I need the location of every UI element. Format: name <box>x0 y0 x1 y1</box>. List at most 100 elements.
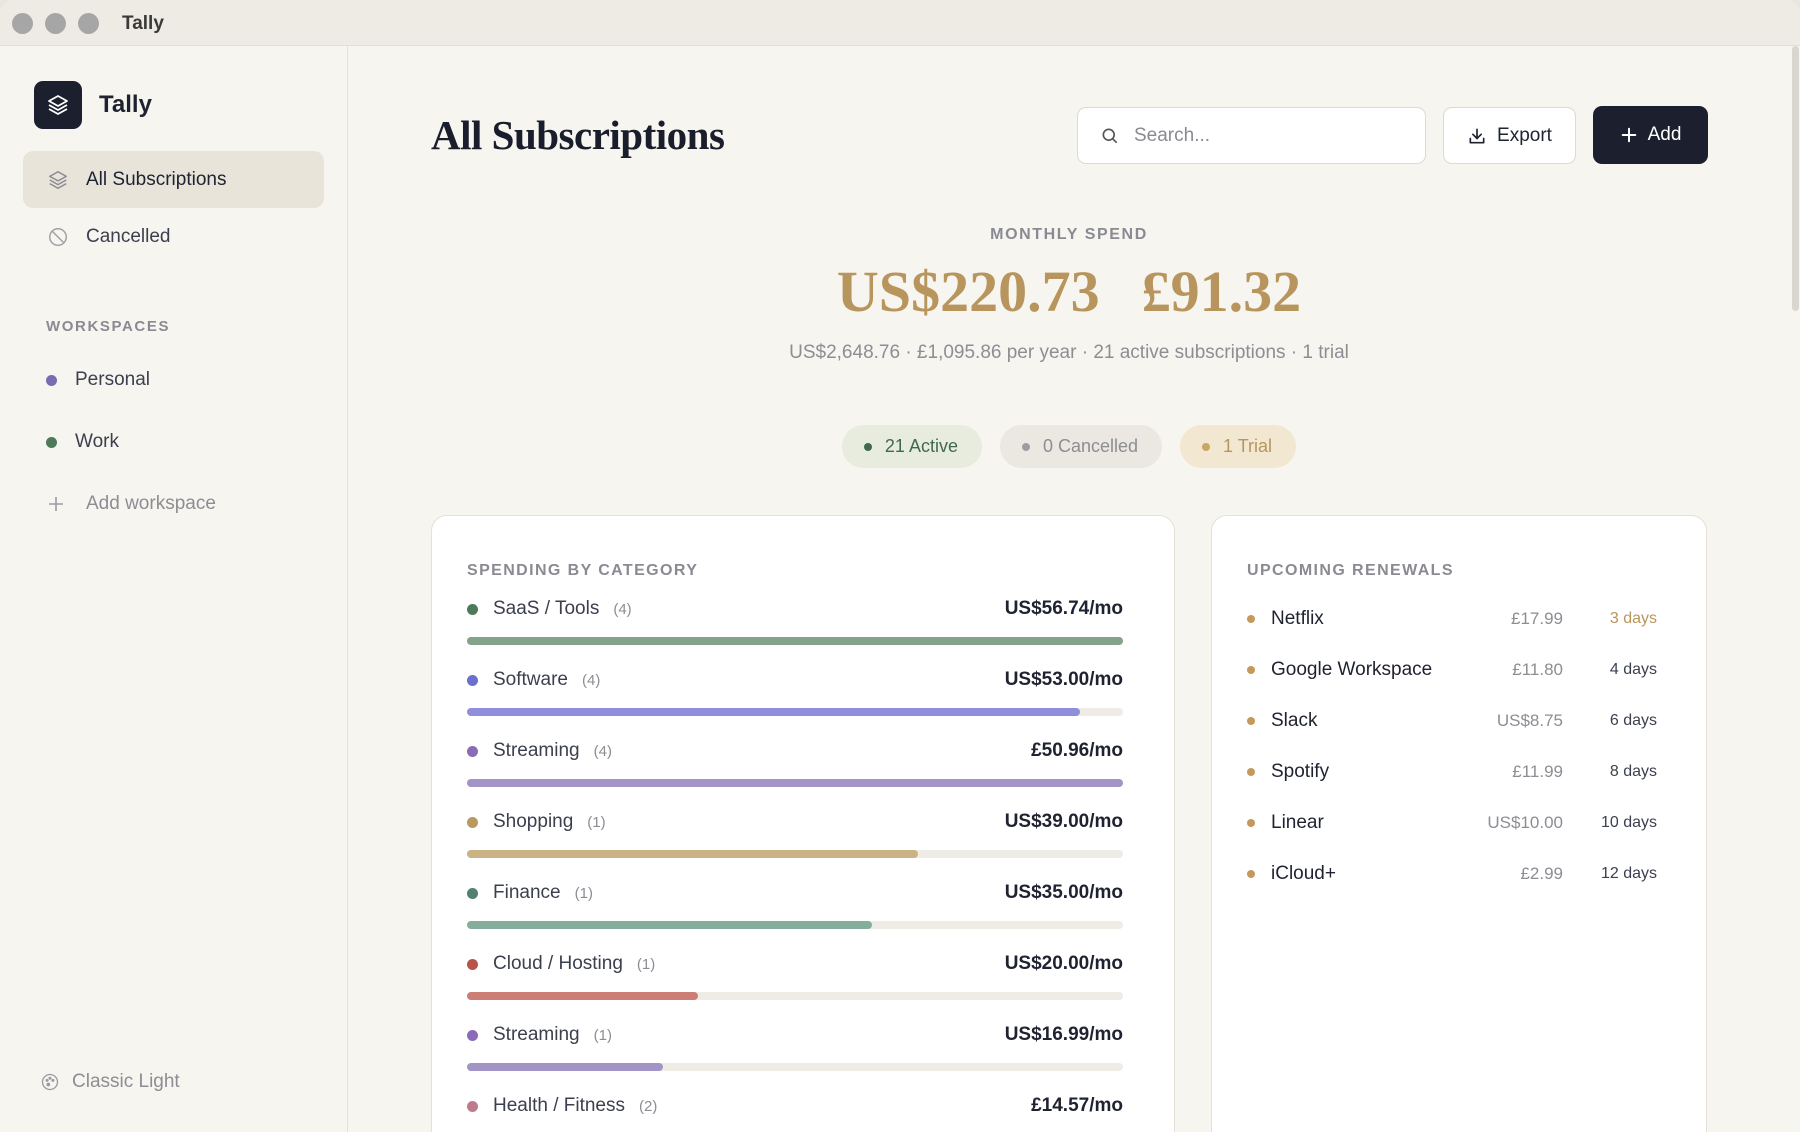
category-count: (1) <box>593 1026 612 1044</box>
export-label: Export <box>1497 124 1552 146</box>
category-color-dot <box>467 603 478 615</box>
category-amount: US$39.00/mo <box>1004 811 1123 832</box>
search-box[interactable] <box>1077 107 1426 164</box>
pill-label: 1 Trial <box>1223 436 1273 456</box>
category-header: Software (4) US$53.00/mo <box>467 667 1123 693</box>
cancelled-filter-pill[interactable]: 0 Cancelled <box>999 425 1163 468</box>
renewal-dot <box>1247 615 1255 623</box>
renewal-row[interactable]: Google Workspace £11.80 4 days <box>1247 655 1657 685</box>
category-row[interactable]: Shopping (1) US$39.00/mo <box>467 809 1123 858</box>
category-row[interactable]: Streaming (1) US$16.99/mo <box>467 1022 1123 1071</box>
title-bar: Tally <box>0 0 1800 46</box>
workspaces-heading: WORKSPACES <box>46 318 171 335</box>
monthly-spend-totals: US$220.73 £91.32 <box>349 258 1789 325</box>
category-row[interactable]: SaaS / Tools (4) US$56.74/mo <box>467 596 1123 645</box>
category-header: Finance (1) US$35.00/mo <box>467 880 1123 906</box>
sidebar-item-cancelled[interactable]: Cancelled <box>23 208 324 265</box>
category-name: SaaS / Tools <box>493 598 600 619</box>
category-header: Cloud / Hosting (1) US$20.00/mo <box>467 951 1123 977</box>
renewal-name: iCloud+ <box>1271 863 1336 884</box>
workspace-color-dot <box>46 374 57 386</box>
sidebar: Tally All Subscriptions Cancelled WORKSP… <box>0 46 348 1132</box>
category-count: (4) <box>593 742 612 760</box>
renewal-price: £2.99 <box>1520 864 1563 883</box>
window-zoom-button[interactable] <box>78 13 99 34</box>
export-button[interactable]: Export <box>1443 107 1576 164</box>
category-row[interactable]: Cloud / Hosting (1) US$20.00/mo <box>467 951 1123 1000</box>
monthly-spend-label: MONTHLY SPEND <box>990 226 1148 243</box>
scrollbar-thumb[interactable] <box>1792 46 1799 311</box>
category-count: (1) <box>587 813 606 831</box>
renewal-dot <box>1247 819 1255 827</box>
add-workspace-button[interactable]: Add workspace <box>46 493 216 515</box>
app-window: Tally Tally All Subscriptions Cancelled … <box>0 0 1800 1132</box>
add-button[interactable]: Add <box>1593 106 1708 164</box>
renewal-days: 4 days <box>1609 661 1657 678</box>
category-bar-track <box>467 850 1123 858</box>
category-row[interactable]: Health / Fitness (2) £14.57/mo <box>467 1093 1123 1132</box>
renewal-row[interactable]: Netflix £17.99 3 days <box>1247 604 1657 634</box>
category-color-dot <box>467 1100 478 1112</box>
renewal-row[interactable]: Slack US$8.75 6 days <box>1247 706 1657 736</box>
theme-label: Classic Light <box>72 1071 180 1092</box>
category-color-dot <box>467 958 478 970</box>
workspace-color-dot <box>46 436 57 448</box>
add-workspace-label: Add workspace <box>86 493 216 514</box>
renewal-row[interactable]: iCloud+ £2.99 12 days <box>1247 859 1657 889</box>
renewal-name: Slack <box>1271 710 1318 731</box>
renewal-name: Linear <box>1271 812 1324 833</box>
category-header: Streaming (4) £50.96/mo <box>467 738 1123 764</box>
renewal-row[interactable]: Linear US$10.00 10 days <box>1247 808 1657 838</box>
sidebar-item-all-subscriptions[interactable]: All Subscriptions <box>23 151 324 208</box>
category-row[interactable]: Software (4) US$53.00/mo <box>467 667 1123 716</box>
category-amount: £50.96/mo <box>1031 740 1123 761</box>
layers-icon <box>46 168 70 192</box>
scrollbar[interactable] <box>1790 46 1800 312</box>
category-bar-fill <box>467 637 1123 645</box>
plus-icon <box>49 497 63 511</box>
cancel-circle-icon <box>46 225 70 249</box>
renewal-days: 6 days <box>1609 712 1657 729</box>
renewal-dot <box>1247 717 1255 725</box>
category-bar-track <box>467 779 1123 787</box>
card-title: UPCOMING RENEWALS <box>1247 562 1454 579</box>
category-bar-track <box>467 708 1123 716</box>
window-minimize-button[interactable] <box>45 13 66 34</box>
renewal-price: US$8.75 <box>1496 711 1563 730</box>
renewal-dot <box>1247 870 1255 878</box>
renewal-dot <box>1247 768 1255 776</box>
sidebar-item-work[interactable]: Work <box>46 431 119 453</box>
renewal-dot <box>1247 666 1255 674</box>
renewal-days: 10 days <box>1600 814 1657 831</box>
plus-icon <box>1620 126 1638 144</box>
card-title: SPENDING BY CATEGORY <box>467 562 699 579</box>
category-row[interactable]: Streaming (4) £50.96/mo <box>467 738 1123 787</box>
status-dot <box>1202 442 1211 451</box>
window-close-button[interactable] <box>12 13 33 34</box>
pill-label: 0 Cancelled <box>1042 436 1139 456</box>
sidebar-item-personal[interactable]: Personal <box>46 369 150 391</box>
active-filter-pill[interactable]: 21 Active <box>841 425 982 468</box>
category-count: (1) <box>574 884 593 902</box>
renewal-days: 12 days <box>1600 865 1657 882</box>
renewal-price: £17.99 <box>1511 609 1563 628</box>
theme-switcher[interactable]: Classic Light <box>40 1071 180 1093</box>
yearly-spend-summary: US$2,648.76 · £1,095.86 per year · 21 ac… <box>789 342 1349 363</box>
workspace-label: Work <box>75 431 119 452</box>
category-header: Shopping (1) US$39.00/mo <box>467 809 1123 835</box>
category-bar-fill <box>467 1063 664 1071</box>
renewal-row[interactable]: Spotify £11.99 8 days <box>1247 757 1657 787</box>
category-bar-fill <box>467 779 1123 787</box>
status-dot <box>1021 442 1030 451</box>
search-input[interactable] <box>1134 124 1414 147</box>
layers-icon <box>48 95 68 115</box>
renewal-price: £11.99 <box>1512 762 1563 781</box>
sidebar-item-label: All Subscriptions <box>86 168 227 190</box>
category-bar-track <box>467 992 1123 1000</box>
category-count: (4) <box>581 671 601 689</box>
category-name: Health / Fitness <box>493 1095 625 1116</box>
category-row[interactable]: Finance (1) US$35.00/mo <box>467 880 1123 929</box>
category-amount: US$20.00/mo <box>1004 953 1123 974</box>
trial-filter-pill[interactable]: 1 Trial <box>1180 425 1297 468</box>
category-count: (4) <box>613 600 632 618</box>
